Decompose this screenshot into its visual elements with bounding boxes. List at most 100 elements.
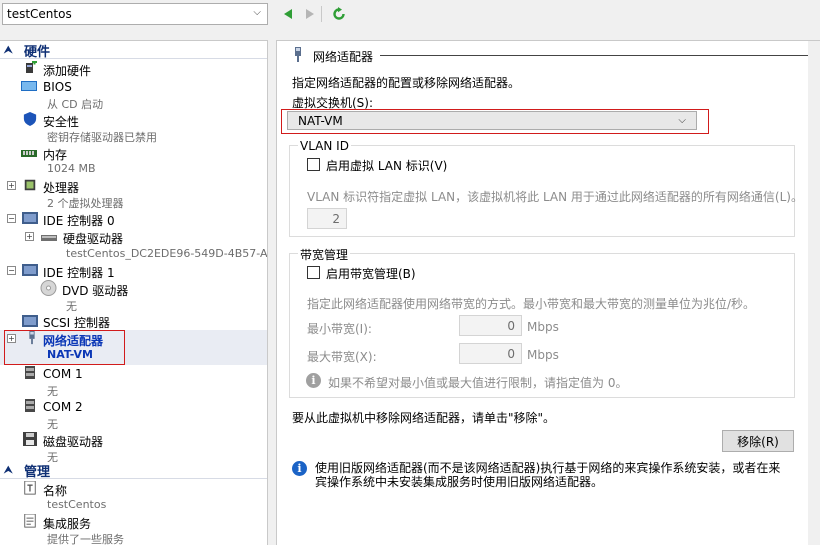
integration-services-icon (24, 514, 36, 528)
vlan-group-title: VLAN ID (298, 139, 351, 153)
tree-item-label: 内存 (43, 148, 68, 162)
tree-item-hard-drive[interactable]: + 硬盘驱动器 testCentos_DC2EDE96-549D-4B57-A4… (0, 228, 268, 262)
vlan-description: VLAN 标识符指定虚拟 LAN，该虚拟机将此 LAN 用于通过此网络适配器的所… (307, 190, 803, 204)
virtual-switch-value: NAT-VM (298, 113, 343, 128)
tree-item-label: 名称 (43, 484, 68, 498)
tree-item-security[interactable]: 安全性 密钥存储驱动器已禁用 (0, 111, 267, 144)
bandwidth-hint: 如果不希望对最小值或最大值进行限制，请指定值为 0。 (328, 376, 628, 390)
max-bandwidth-unit: Mbps (527, 348, 559, 362)
enable-bandwidth-label: 启用带宽管理(B) (326, 267, 416, 281)
tree-item-memory[interactable]: 内存 1024 MB (0, 144, 267, 177)
hard-drive-icon (41, 235, 57, 241)
tree-item-label: 处理器 (43, 181, 80, 195)
tree-item-label: COM 2 (43, 400, 83, 414)
tree-item-com2[interactable]: COM 2 无 (0, 398, 267, 431)
adapter-description: 指定网络适配器的配置或移除网络适配器。 (292, 76, 521, 90)
min-bandwidth-input[interactable]: 0 (459, 315, 522, 336)
shield-icon (23, 112, 37, 126)
controller-icon (22, 315, 38, 327)
remove-button[interactable]: 移除(R) (722, 430, 794, 452)
tree-item-label: 集成服务 (43, 517, 92, 531)
tree-item-detail: 密钥存储驱动器已禁用 (47, 131, 157, 144)
tree-item-scsi-controller[interactable]: SCSI 控制器 (0, 313, 267, 330)
tree-item-name[interactable]: 名称 testCentos (0, 480, 267, 513)
tree-item-label: 网络适配器 (43, 334, 104, 348)
tree-item-ide-controller-0[interactable]: − IDE 控制器 0 (0, 210, 267, 228)
network-adapter-icon (295, 47, 301, 62)
chevron-down-icon: ⌵ (678, 115, 686, 126)
tree-item-com1[interactable]: COM 1 无 (0, 365, 267, 398)
bandwidth-description: 指定此网络适配器使用网络带宽的方式。最小带宽和最大带宽的测量单位为兆位/秒。 (307, 297, 756, 311)
tree-item-label: 安全性 (43, 115, 80, 129)
tree-item-label: 添加硬件 (43, 64, 92, 78)
tree-item-label: BIOS (43, 80, 72, 94)
enable-bandwidth-checkbox[interactable] (307, 266, 320, 279)
network-adapter-icon (29, 331, 35, 345)
tree-item-ide-controller-1[interactable]: − IDE 控制器 1 (0, 262, 267, 280)
back-button[interactable] (279, 5, 297, 23)
expand-icon[interactable]: + (7, 334, 16, 343)
management-section-header[interactable]: ⮝ 管理 (0, 462, 267, 480)
enable-vlan-checkbox[interactable] (307, 158, 320, 171)
section-divider (380, 55, 808, 56)
vm-selector[interactable]: testCentos ⌵ (2, 3, 268, 25)
tree-item-integration-services[interactable]: 集成服务 提供了一些服务 (0, 513, 267, 545)
tree-item-label: DVD 驱动器 (62, 284, 129, 298)
legacy-adapter-info: 使用旧版网络适配器(而不是该网络适配器)执行基于网络的来宾操作系统安装，或者在来… (315, 461, 781, 489)
collapse-icon: ⮝ (4, 45, 13, 56)
tree-item-bios[interactable]: BIOS 从 CD 启动 (0, 78, 267, 111)
vm-selector-value: testCentos (7, 7, 72, 21)
max-bandwidth-input[interactable]: 0 (459, 343, 522, 364)
tree-item-label: 磁盘驱动器 (43, 435, 104, 449)
bios-icon (21, 81, 37, 91)
tree-item-detail: 2 个虚拟处理器 (47, 197, 124, 210)
refresh-icon (333, 7, 345, 20)
expand-icon[interactable]: + (25, 232, 34, 241)
tree-item-label: SCSI 控制器 (43, 316, 110, 330)
tree-item-detail: NAT-VM (47, 348, 93, 361)
name-document-icon (24, 481, 36, 495)
com-port-icon (25, 399, 35, 412)
collapse-icon: ⮝ (4, 465, 13, 476)
tree-item-label: IDE 控制器 0 (43, 214, 115, 228)
remove-description: 要从此虚拟机中移除网络适配器，请单击"移除"。 (292, 411, 556, 425)
hardware-section-header[interactable]: ⮝ 硬件 (0, 42, 267, 60)
memory-icon (21, 150, 37, 157)
tree-item-label: 硬盘驱动器 (63, 232, 124, 246)
forward-arrow-icon (306, 9, 314, 19)
tree-item-detail: 无 (47, 418, 58, 431)
max-bandwidth-label: 最大带宽(X): (307, 350, 377, 364)
com-port-icon (25, 366, 35, 379)
tree-item-label: IDE 控制器 1 (43, 266, 115, 280)
collapse-tree-icon[interactable]: − (7, 266, 16, 275)
back-arrow-icon (284, 9, 292, 19)
info-icon: i (292, 461, 307, 476)
tree-item-diskette-drive[interactable]: 磁盘驱动器 无 (0, 431, 267, 464)
refresh-button[interactable] (330, 5, 348, 23)
tree-item-add-hardware[interactable]: 添加硬件 (0, 60, 267, 78)
vlan-id-input[interactable]: 2 (307, 208, 347, 229)
tree-item-detail: 1024 MB (47, 162, 96, 175)
tree-item-dvd-drive[interactable]: DVD 驱动器 无 (0, 280, 267, 313)
virtual-switch-dropdown[interactable]: NAT-VM ⌵ (287, 111, 697, 130)
tree-item-processor[interactable]: + 处理器 2 个虚拟处理器 (0, 177, 267, 210)
tree-item-network-adapter[interactable]: + 网络适配器 NAT-VM (0, 330, 267, 365)
controller-icon (22, 212, 38, 224)
tree-item-label: COM 1 (43, 367, 83, 381)
info-icon: i (306, 373, 321, 388)
expand-icon[interactable]: + (7, 181, 16, 190)
tree-item-detail: 无 (47, 385, 58, 398)
panel-scrollbar[interactable] (808, 41, 820, 545)
enable-vlan-label: 启用虚拟 LAN 标识(V) (326, 159, 448, 173)
tree-item-detail: testCentos_DC2EDE96-549D-4B57-A4... (66, 247, 268, 260)
forward-button[interactable] (301, 5, 319, 23)
collapse-tree-icon[interactable]: − (7, 214, 16, 223)
processor-icon (24, 179, 36, 191)
tree-item-detail: 从 CD 启动 (47, 98, 104, 111)
min-bandwidth-unit: Mbps (527, 320, 559, 334)
section-title: 网络适配器 (313, 50, 374, 64)
bandwidth-group-title: 带宽管理 (298, 246, 351, 263)
chevron-down-icon: ⌵ (253, 7, 261, 18)
dvd-disc-icon (40, 280, 57, 296)
add-hardware-icon (26, 61, 37, 73)
